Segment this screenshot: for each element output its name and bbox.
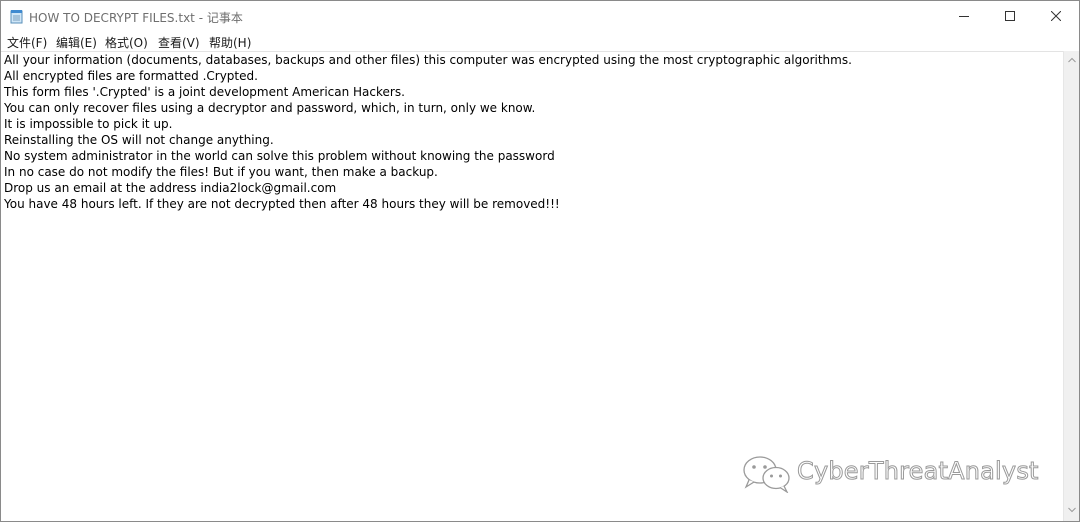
menu-file[interactable]: 文件(F)	[7, 34, 47, 51]
text-line: Reinstalling the OS will not change anyt…	[4, 133, 274, 147]
text-line: Drop us an email at the address india2lo…	[4, 181, 337, 195]
watermark-text: CyberThreatAnalyst	[797, 457, 1039, 486]
close-icon	[1051, 11, 1061, 21]
scroll-down-arrow-icon[interactable]	[1068, 507, 1076, 513]
text-line: No system administrator in the world can…	[4, 149, 555, 163]
text-line: You can only recover files using a decry…	[4, 101, 536, 115]
maximize-icon	[1005, 11, 1015, 21]
menu-edit[interactable]: 编辑(E)	[56, 34, 97, 51]
menu-format[interactable]: 格式(O)	[105, 34, 148, 51]
scroll-up-arrow-icon[interactable]	[1068, 57, 1076, 63]
close-button[interactable]	[1033, 1, 1079, 32]
menu-bar: 文件(F) 编辑(E) 格式(O) 查看(V) 帮助(H)	[1, 32, 1079, 51]
vertical-scrollbar[interactable]	[1063, 51, 1079, 521]
text-line: In no case do not modify the files! But …	[4, 165, 438, 179]
text-editor-area[interactable]: All your information (documents, databas…	[1, 51, 1063, 521]
maximize-button[interactable]	[987, 1, 1033, 32]
text-line: All encrypted files are formatted .Crypt…	[4, 69, 258, 83]
notepad-icon	[10, 9, 24, 24]
minimize-button[interactable]	[941, 1, 987, 32]
text-line: It is impossible to pick it up.	[4, 117, 173, 131]
title-bar[interactable]: HOW TO DECRYPT FILES.txt - 记事本	[1, 1, 1079, 32]
wechat-icon	[743, 456, 790, 493]
minimize-icon	[959, 16, 969, 17]
notepad-window: HOW TO DECRYPT FILES.txt - 记事本 文件(F) 编辑(…	[0, 0, 1080, 522]
watermark: CyberThreatAnalyst	[741, 453, 1061, 495]
text-line: You have 48 hours left. If they are not …	[4, 197, 560, 211]
menu-help[interactable]: 帮助(H)	[209, 34, 251, 51]
text-line: All your information (documents, databas…	[4, 53, 852, 67]
menu-view[interactable]: 查看(V)	[158, 34, 200, 51]
window-title: HOW TO DECRYPT FILES.txt - 记事本	[29, 11, 243, 25]
text-line: This form files '.Crypted' is a joint de…	[4, 85, 405, 99]
